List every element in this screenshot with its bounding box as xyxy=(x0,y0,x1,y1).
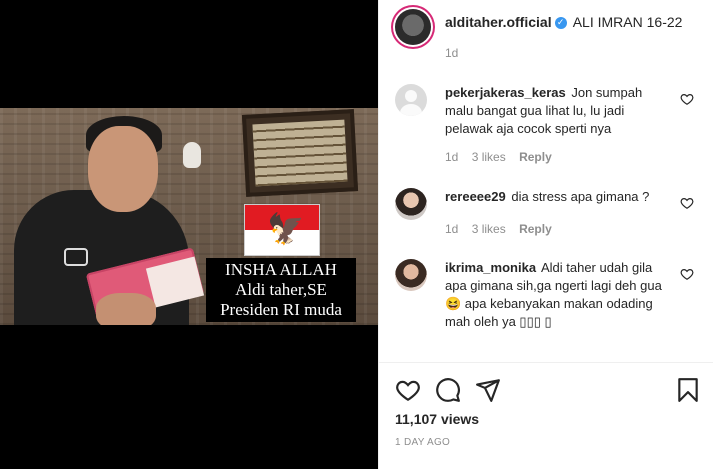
like-comment-heart-icon[interactable] xyxy=(680,196,694,210)
shirt-logo xyxy=(64,248,88,266)
author-username[interactable]: alditaher.official xyxy=(445,14,552,30)
comment-avatar[interactable] xyxy=(395,259,427,291)
hand xyxy=(96,293,156,325)
person-head xyxy=(88,126,158,212)
comment-meta: 1d 3 likes Reply xyxy=(445,220,665,238)
save-bookmark-icon[interactable] xyxy=(675,377,701,403)
comment-likes[interactable]: 3 likes xyxy=(472,222,506,236)
share-paper-plane-icon[interactable] xyxy=(475,377,501,403)
comment-text: dia stress apa gimana ? xyxy=(511,189,650,204)
comment-avatar[interactable] xyxy=(395,84,427,116)
video-caption-overlay: INSHA ALLAH Aldi taher,SE Presiden RI mu… xyxy=(206,258,356,322)
comment-time[interactable]: 1d xyxy=(445,150,458,164)
comment-username[interactable]: ikrima_monika xyxy=(445,260,536,275)
post-header: alditaher.official ✓ ALI IMRAN 16-22 xyxy=(445,14,682,30)
comment-item: pekerjakeras_keras Jon sumpah malu banga… xyxy=(395,84,700,174)
comment-body: pekerjakeras_keras Jon sumpah malu banga… xyxy=(445,84,665,166)
comment-likes[interactable]: 3 likes xyxy=(472,150,506,164)
indonesia-flag: 🦅 xyxy=(244,204,320,256)
comment-username[interactable]: rereeee29 xyxy=(445,189,506,204)
caption-line-3: Presiden RI muda xyxy=(220,300,342,319)
post-caption: ALI IMRAN 16-22 xyxy=(572,14,683,30)
comment-avatar[interactable] xyxy=(395,188,427,220)
post-date[interactable]: 1 DAY AGO xyxy=(395,437,450,448)
post-actions: 11,107 views 1 DAY AGO xyxy=(379,362,713,469)
comment-time[interactable]: 1d xyxy=(445,222,458,236)
post-time[interactable]: 1d xyxy=(445,46,458,60)
video-player[interactable]: 🦅 INSHA ALLAH Aldi taher,SE Presiden RI … xyxy=(0,0,378,469)
author-avatar[interactable] xyxy=(395,9,431,45)
lamp xyxy=(183,142,201,168)
verified-badge-icon: ✓ xyxy=(554,17,567,30)
comment-item: ikrima_monika Aldi taher udah gila apa g… xyxy=(395,259,700,349)
view-count[interactable]: 11,107 views xyxy=(395,411,479,427)
caption-line-1: INSHA ALLAH xyxy=(225,260,337,279)
video-frame: 🦅 INSHA ALLAH Aldi taher,SE Presiden RI … xyxy=(0,108,378,325)
like-heart-icon[interactable] xyxy=(395,377,421,403)
like-comment-heart-icon[interactable] xyxy=(680,267,694,281)
reply-button[interactable]: Reply xyxy=(519,222,552,236)
post-panel: alditaher.official ✓ ALI IMRAN 16-22 1d p… xyxy=(378,0,713,469)
like-comment-heart-icon[interactable] xyxy=(680,92,694,106)
comment-username[interactable]: pekerjakeras_keras xyxy=(445,85,566,100)
comment-meta: 1d 3 likes Reply xyxy=(445,148,665,166)
comment-body: rereeee29 dia stress apa gimana ? 1d 3 l… xyxy=(445,188,665,238)
comment-item: rereeee29 dia stress apa gimana ? 1d 3 l… xyxy=(395,188,700,240)
comment-body: ikrima_monika Aldi taher udah gila apa g… xyxy=(445,259,665,331)
comment-bubble-icon[interactable] xyxy=(435,377,461,403)
caption-line-2: Aldi taher,SE xyxy=(235,280,327,299)
garuda-emblem-icon: 🦅 xyxy=(267,212,305,247)
calligraphy-frame xyxy=(241,109,359,197)
reply-button[interactable]: Reply xyxy=(519,150,552,164)
